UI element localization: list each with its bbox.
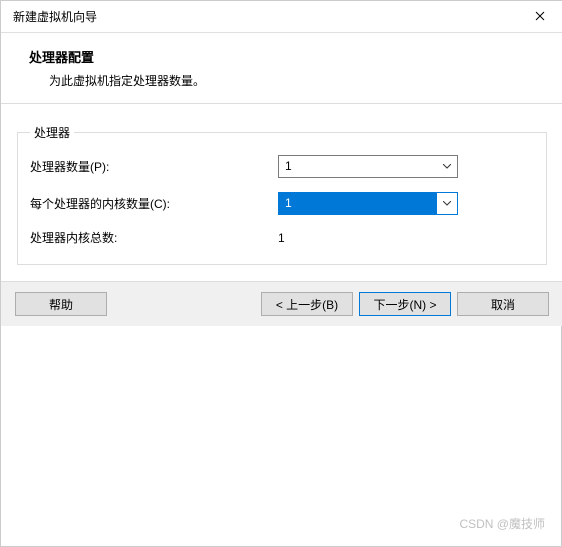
chevron-down-icon	[437, 193, 457, 214]
total-label: 处理器内核总数:	[30, 229, 278, 246]
back-button[interactable]: < 上一步(B)	[261, 292, 353, 316]
watermark: CSDN @魔技师	[459, 515, 545, 532]
next-button[interactable]: 下一步(N) >	[359, 292, 451, 316]
cores-value: 1	[279, 193, 437, 214]
chevron-down-icon	[437, 156, 457, 177]
cancel-button[interactable]: 取消	[457, 292, 549, 316]
help-button[interactable]: 帮助	[15, 292, 107, 316]
cores-row: 每个处理器的内核数量(C): 1	[30, 192, 534, 215]
total-row: 处理器内核总数: 1	[30, 229, 534, 246]
processors-combobox[interactable]: 1	[278, 155, 458, 178]
processors-row: 处理器数量(P): 1	[30, 155, 534, 178]
cores-label: 每个处理器的内核数量(C):	[30, 195, 278, 212]
processors-group: 处理器 处理器数量(P): 1 每个处理器的内核数量(C): 1 处理器内核总数…	[17, 124, 547, 265]
total-value: 1	[278, 231, 458, 245]
processors-value: 1	[279, 156, 437, 177]
content-area: 处理器 处理器数量(P): 1 每个处理器的内核数量(C): 1 处理器内核总数…	[1, 104, 562, 281]
wizard-footer: 帮助 < 上一步(B) 下一步(N) > 取消	[1, 281, 562, 326]
window-title: 新建虚拟机向导	[13, 8, 97, 25]
page-description: 为此虚拟机指定处理器数量。	[29, 72, 543, 89]
cores-combobox[interactable]: 1	[278, 192, 458, 215]
titlebar: 新建虚拟机向导	[1, 1, 562, 33]
processors-label: 处理器数量(P):	[30, 158, 278, 175]
close-icon	[535, 10, 545, 24]
wizard-header: 处理器配置 为此虚拟机指定处理器数量。	[1, 33, 562, 104]
close-button[interactable]	[517, 1, 562, 32]
group-legend: 处理器	[30, 124, 74, 141]
page-title: 处理器配置	[29, 47, 543, 66]
